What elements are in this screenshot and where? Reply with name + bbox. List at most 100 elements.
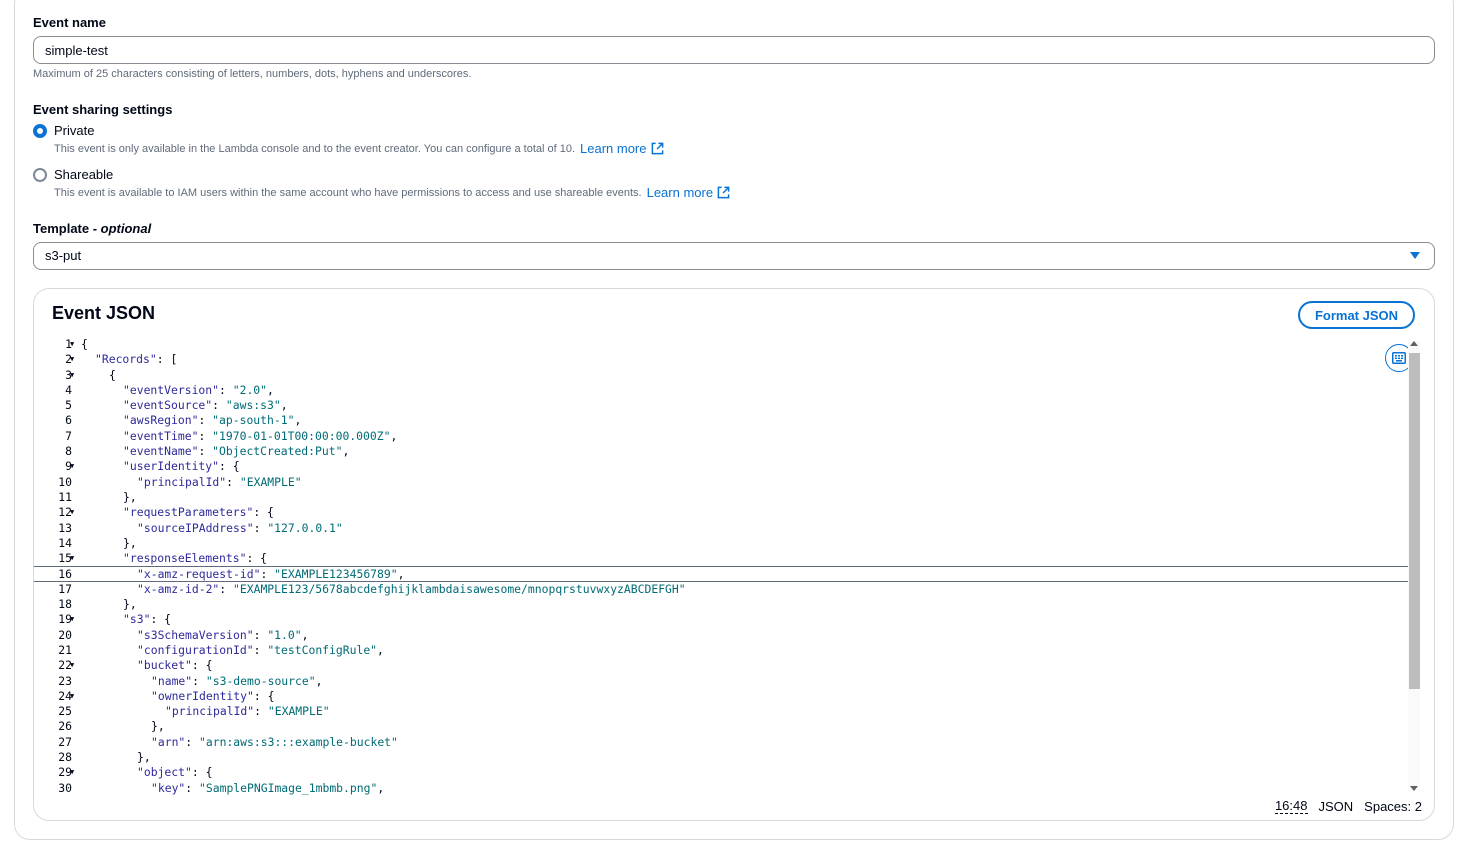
code-line[interactable]: 26}, <box>34 719 1418 734</box>
json-colon: : <box>254 704 268 719</box>
code-line[interactable]: 23 "name": "s3-demo-source", <box>34 674 1418 689</box>
code-text: }, <box>137 750 151 765</box>
event-name-input[interactable] <box>33 36 1435 64</box>
fold-arrow-icon[interactable]: ▼ <box>70 765 74 780</box>
line-number: 20 <box>58 627 72 642</box>
json-punctuation: }, <box>123 535 137 550</box>
line-number: 4 <box>65 382 72 397</box>
private-radio-option[interactable]: Private <box>33 123 94 138</box>
line-number: 3 <box>65 367 72 382</box>
line-number: 26 <box>58 719 72 734</box>
json-colon: : <box>192 673 206 688</box>
code-line[interactable]: 1 ▼ { <box>34 337 1418 352</box>
code-line[interactable]: 19 ▼ "s3": { <box>34 612 1418 627</box>
code-line[interactable]: 28}, <box>34 750 1418 765</box>
code-text: "eventName": "ObjectCreated:Put", <box>123 444 349 459</box>
code-line[interactable]: 11}, <box>34 490 1418 505</box>
code-line[interactable]: 29 ▼ "object": { <box>34 765 1418 780</box>
code-line[interactable]: 27 "arn": "arn:aws:s3:::example-bucket" <box>34 735 1418 750</box>
code-line[interactable]: 22 ▼ "bucket": { <box>34 658 1418 673</box>
code-text: "x-amz-id-2": "EXAMPLE123/5678abcdefghij… <box>137 582 686 597</box>
line-number: 18 <box>58 597 72 612</box>
json-key: "bucket" <box>137 658 192 673</box>
json-colon: : <box>185 780 200 795</box>
json-punctuation: : { <box>191 658 213 673</box>
fold-arrow-icon[interactable]: ▼ <box>70 551 74 566</box>
private-radio-button[interactable] <box>33 123 47 138</box>
json-punctuation: , <box>301 627 309 642</box>
event-name-hint: Maximum of 25 characters consisting of l… <box>33 68 472 80</box>
code-text: "principalId": "EXAMPLE" <box>165 704 330 719</box>
line-number: 27 <box>58 734 72 749</box>
code-line[interactable]: 8 "eventName": "ObjectCreated:Put", <box>34 444 1418 459</box>
editor-scrollbar[interactable] <box>1408 341 1420 791</box>
shareable-radio-button[interactable] <box>33 167 47 182</box>
fold-arrow-icon[interactable]: ▼ <box>70 505 74 520</box>
code-line[interactable]: 5 "eventSource": "aws:s3", <box>34 398 1418 413</box>
code-line[interactable]: 25 "principalId": "EXAMPLE" <box>34 704 1418 719</box>
json-key: "eventTime" <box>123 428 199 443</box>
json-key: "object" <box>137 765 192 780</box>
line-number: 1 <box>65 337 72 351</box>
code-line[interactable]: 17 "x-amz-id-2": "EXAMPLE123/5678abcdefgh… <box>34 582 1418 597</box>
json-punctuation: }, <box>151 719 165 734</box>
format-json-button[interactable]: Format JSON <box>1298 301 1415 329</box>
code-line[interactable]: 24 ▼ "ownerIdentity": { <box>34 689 1418 704</box>
json-colon: : <box>198 444 213 459</box>
code-line[interactable]: 12 ▼ "requestParameters": { <box>34 505 1418 520</box>
fold-arrow-icon[interactable]: ▼ <box>70 689 74 704</box>
template-select[interactable]: s3-put <box>33 242 1435 270</box>
json-punctuation: { <box>109 367 116 382</box>
code-line[interactable]: 30 "key": "SamplePNGImage_1mbmb.png", <box>34 781 1418 795</box>
json-key: "name" <box>151 673 193 688</box>
fold-arrow-icon[interactable]: ▼ <box>70 612 74 627</box>
json-string-value: "127.0.0.1" <box>267 520 343 535</box>
code-line[interactable]: 10 "principalId": "EXAMPLE" <box>34 475 1418 490</box>
code-line[interactable]: 16 "x-amz-request-id": "EXAMPLE123456789"… <box>34 566 1418 582</box>
line-number: 16 <box>58 567 72 582</box>
code-line[interactable]: 13 "sourceIPAddress": "127.0.0.1" <box>34 521 1418 536</box>
json-punctuation: , <box>390 428 398 443</box>
code-text: { <box>81 337 88 352</box>
scroll-up-arrow-icon[interactable] <box>1410 341 1418 346</box>
fold-arrow-icon[interactable]: ▼ <box>70 459 74 474</box>
json-punctuation: : { <box>219 459 240 474</box>
code-line[interactable]: 4 "eventVersion": "2.0", <box>34 383 1418 398</box>
code-text: "key": "SamplePNGImage_1mbmb.png", <box>151 781 384 795</box>
json-punctuation: : { <box>246 551 268 566</box>
code-line[interactable]: 2 ▼ "Records": [ <box>34 352 1418 367</box>
fold-arrow-icon[interactable]: ▼ <box>70 368 74 383</box>
line-number: 28 <box>58 750 72 765</box>
code-text: }, <box>123 597 137 612</box>
code-line[interactable]: 9 ▼ "userIdentity": { <box>34 459 1418 474</box>
code-line[interactable]: 3 ▼ { <box>34 368 1418 383</box>
private-learn-more-link[interactable]: Learn more <box>580 141 663 156</box>
code-text: }, <box>123 490 137 505</box>
scroll-down-arrow-icon[interactable] <box>1410 786 1418 791</box>
fold-arrow-icon[interactable]: ▼ <box>70 337 74 352</box>
code-line[interactable]: 14}, <box>34 536 1418 551</box>
json-punctuation: : { <box>253 505 274 520</box>
fold-arrow-icon[interactable]: ▼ <box>70 658 74 673</box>
code-text: "awsRegion": "ap-south-1", <box>123 413 301 428</box>
shareable-radio-option[interactable]: Shareable <box>33 167 113 182</box>
json-string-value: "arn:aws:s3:::example-bucket" <box>199 734 398 749</box>
json-colon: : <box>253 642 268 657</box>
json-colon: : <box>198 413 213 428</box>
code-line[interactable]: 20 "s3SchemaVersion": "1.0", <box>34 628 1418 643</box>
json-key: "x-amz-id-2" <box>137 581 220 596</box>
json-punctuation: : { <box>150 612 172 627</box>
code-line[interactable]: 7 "eventTime": "1970-01-01T00:00:00.000Z"… <box>34 429 1418 444</box>
code-line[interactable]: 15 ▼ "responseElements": { <box>34 551 1418 566</box>
code-line[interactable]: 18}, <box>34 597 1418 612</box>
shareable-learn-more-link[interactable]: Learn more <box>647 185 730 200</box>
code-line[interactable]: 6 "awsRegion": "ap-south-1", <box>34 413 1418 428</box>
line-number: 17 <box>58 581 72 596</box>
cursor-position[interactable]: 16:48 <box>1274 798 1308 814</box>
fold-arrow-icon[interactable]: ▼ <box>70 352 74 367</box>
json-key: "key" <box>151 780 186 795</box>
scrollbar-thumb[interactable] <box>1409 353 1420 689</box>
code-line[interactable]: 21 "configurationId": "testConfigRule", <box>34 643 1418 658</box>
json-code-editor[interactable]: 1 ▼{2 ▼ "Records": [3 ▼{4 "eventVersion": "2.… <box>34 337 1418 795</box>
json-punctuation: }, <box>123 597 137 612</box>
